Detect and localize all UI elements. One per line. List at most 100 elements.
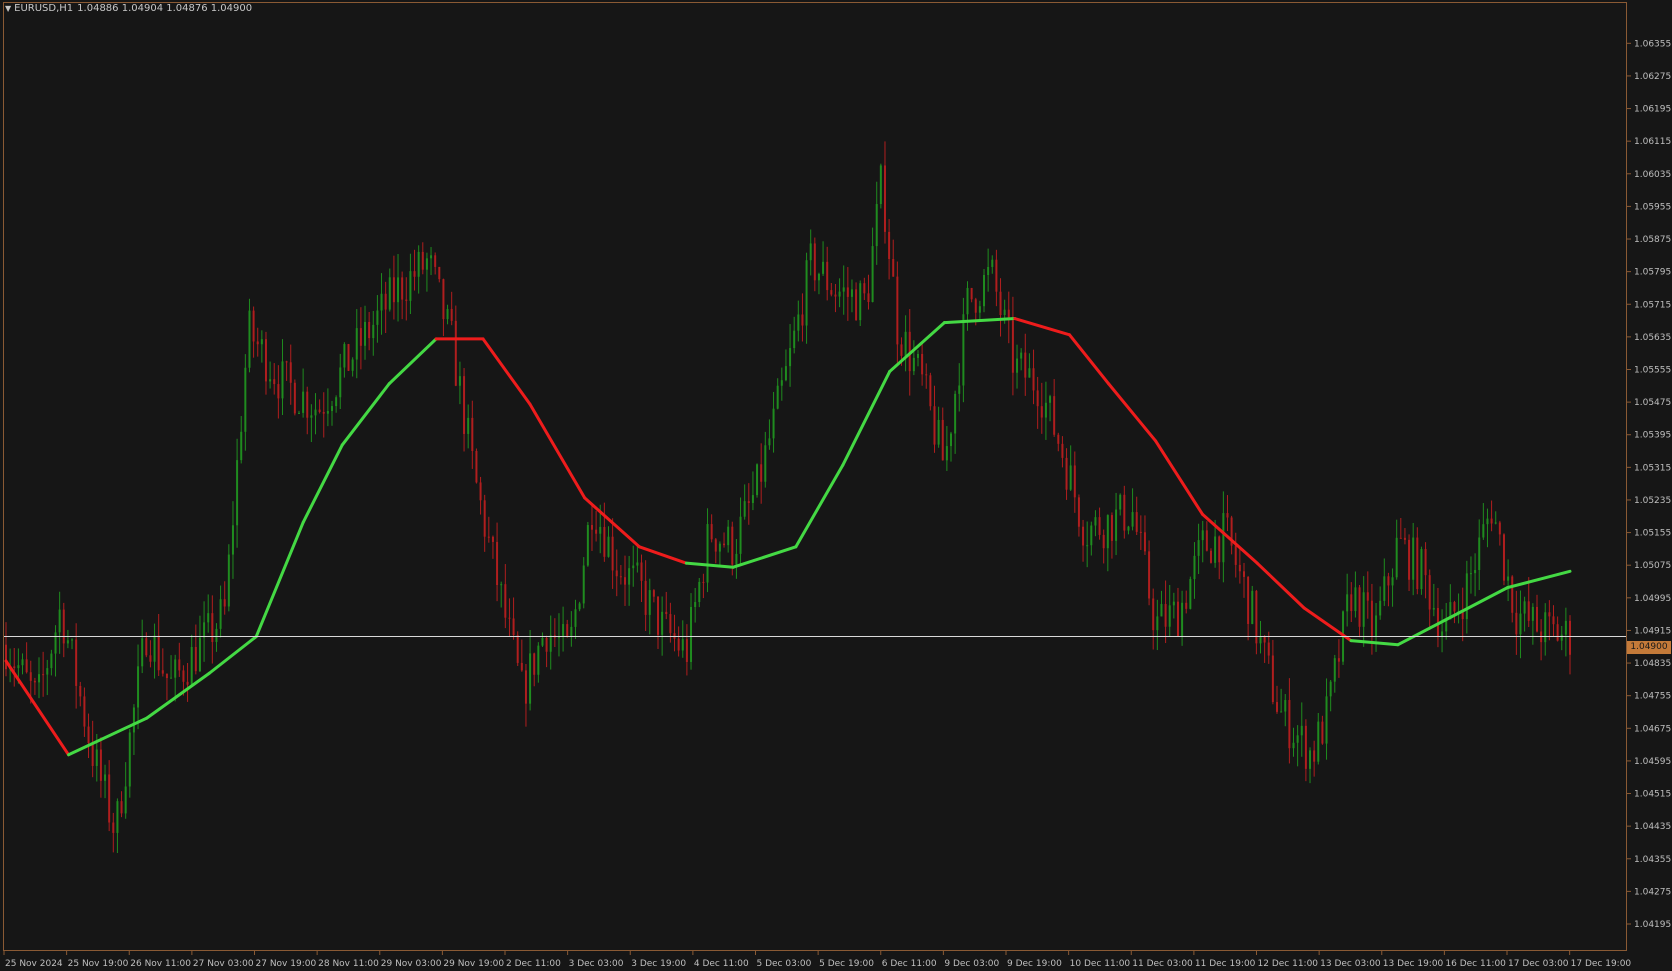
time-tick-label: 13 Dec 03:00: [1320, 959, 1381, 969]
candle-body: [871, 246, 874, 303]
candle: [582, 557, 585, 609]
candle-body: [471, 417, 474, 451]
candle: [1164, 580, 1167, 644]
candle-body: [211, 613, 214, 642]
candle: [846, 267, 849, 321]
candle-body: [1424, 549, 1427, 576]
triangle-down-icon[interactable]: ▼: [5, 4, 11, 13]
candle-body: [1366, 592, 1369, 601]
candle: [987, 248, 990, 292]
candle-body: [731, 526, 734, 565]
candle: [161, 648, 164, 677]
candle: [950, 431, 953, 462]
chart-window[interactable]: 1.06355 1.06275 1.06195 1.06115 1.06035 1.059…: [0, 0, 1672, 971]
candle: [1168, 585, 1171, 637]
candle: [1139, 515, 1142, 550]
candle: [657, 596, 660, 649]
candle-body: [912, 357, 915, 372]
candle-body: [669, 614, 672, 634]
candle: [25, 642, 28, 674]
time-tick-label: 27 Nov 03:00: [193, 959, 254, 969]
candle: [677, 626, 680, 657]
time-tick-label: 9 Dec 03:00: [944, 959, 999, 969]
candle-body: [372, 324, 375, 339]
time-tick-label: 16 Dec 11:00: [1445, 959, 1506, 969]
candle-body: [1094, 517, 1097, 526]
candle-body: [413, 271, 416, 277]
candle: [710, 514, 713, 543]
candle-body: [640, 562, 643, 581]
candle: [962, 297, 965, 403]
chart-symbol-header[interactable]: ▼ EURUSD,H1 1.04886 1.04904 1.04876 1.0490…: [5, 3, 252, 14]
candle-body: [628, 568, 631, 585]
candle-body: [570, 626, 573, 637]
candle-body: [644, 580, 647, 615]
candle: [132, 704, 135, 756]
candle: [355, 309, 358, 379]
candle: [339, 353, 342, 409]
candle: [1478, 519, 1481, 591]
time-axis[interactable]: 25 Nov 2024 25 Nov 19:00 26 Nov 11:00 27 No…: [3, 950, 1631, 969]
candle-body: [1069, 465, 1072, 490]
candle: [529, 629, 532, 711]
candle: [636, 545, 639, 573]
candle-body: [260, 339, 263, 345]
candle: [566, 619, 569, 638]
candle-body: [1416, 537, 1419, 590]
candle-body: [524, 670, 527, 704]
candle: [888, 219, 891, 280]
candle: [1498, 520, 1501, 546]
candle: [372, 310, 375, 356]
candle: [409, 253, 412, 314]
candle-body: [962, 314, 965, 386]
candle-body: [335, 397, 338, 407]
candle: [1441, 609, 1444, 653]
time-tick-label: 29 Nov 19:00: [443, 959, 504, 969]
candle-body: [690, 607, 693, 662]
moving-average-segment: [1107, 382, 1158, 443]
candle: [1321, 715, 1324, 745]
candle: [458, 361, 461, 405]
candle: [595, 510, 598, 542]
candle: [500, 581, 503, 608]
candle: [430, 247, 433, 276]
candle-body: [1362, 592, 1365, 627]
candle-body: [1494, 522, 1497, 524]
price-tick-label: 1.05075: [1634, 561, 1671, 571]
candle: [723, 532, 726, 548]
candle-body: [892, 258, 895, 277]
candle-body: [108, 774, 111, 823]
candle-body: [586, 525, 589, 566]
candle: [413, 249, 416, 291]
candle-body: [124, 786, 127, 814]
candle: [124, 762, 127, 819]
candle-body: [1011, 320, 1014, 373]
candle: [867, 274, 870, 310]
candle: [479, 476, 482, 515]
candle: [256, 327, 259, 357]
candle: [1028, 353, 1031, 378]
candle: [33, 677, 36, 695]
candle: [751, 471, 754, 511]
candle-body: [215, 628, 218, 642]
candle-body: [463, 376, 466, 434]
candle-body: [1024, 352, 1027, 378]
candle-body: [842, 287, 845, 292]
candle-body: [772, 408, 775, 439]
time-tick-label: 26 Nov 11:00: [130, 959, 191, 969]
candle: [727, 519, 730, 553]
candle-body: [504, 584, 507, 618]
moving-average-segment: [1013, 317, 1072, 337]
candle: [813, 237, 816, 292]
candle-body: [578, 603, 581, 610]
price-chart[interactable]: 1.06355 1.06275 1.06195 1.06115 1.06035 1.059…: [0, 0, 1672, 971]
candle-body: [652, 590, 655, 597]
candle-body: [231, 525, 234, 555]
candle-body: [1280, 711, 1283, 713]
candle-body: [983, 275, 986, 307]
price-axis[interactable]: 1.06355 1.06275 1.06195 1.06115 1.06035 1.059…: [1626, 39, 1671, 930]
candle-body: [933, 406, 936, 445]
candle-body: [1214, 536, 1217, 563]
candle-body: [1003, 309, 1006, 316]
candle-body: [104, 774, 107, 781]
